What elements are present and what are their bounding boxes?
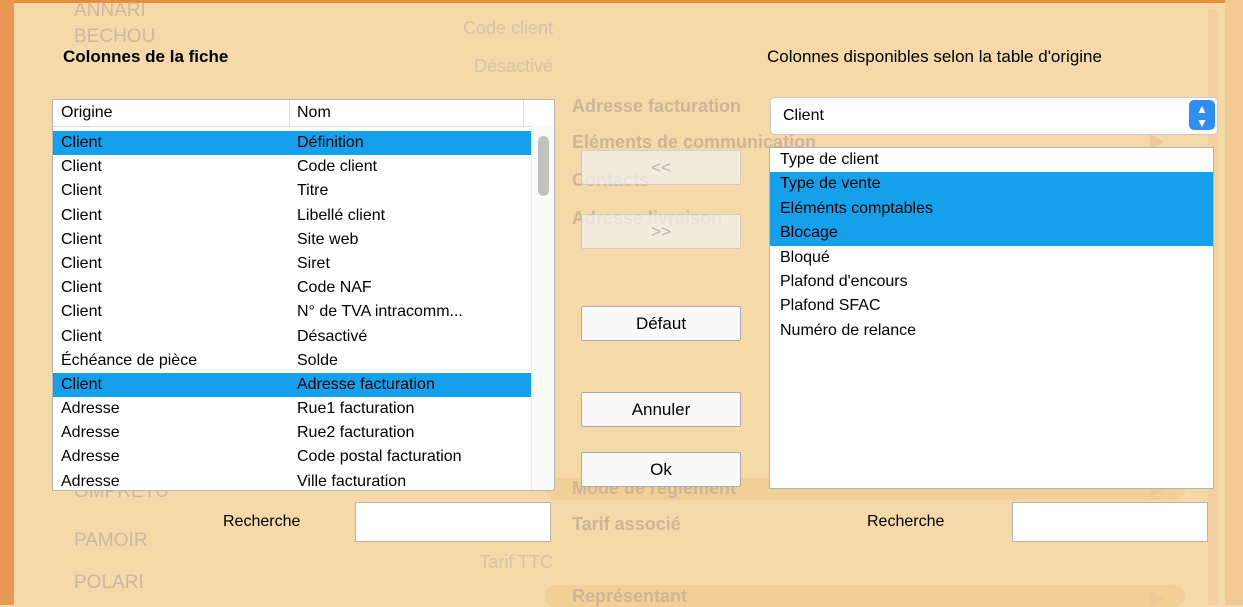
- select-arrows-icon[interactable]: ▲ ▼: [1189, 100, 1215, 130]
- cell-nom: Code client: [297, 158, 378, 176]
- cell-nom: Site web: [297, 230, 359, 248]
- cell-nom: Définition: [297, 134, 364, 151]
- available-column-item[interactable]: Type de client: [770, 148, 1213, 172]
- cell-origine: Échéance de pièce: [61, 351, 198, 369]
- cell-origine: Client: [61, 182, 102, 200]
- table-row[interactable]: Adresse Rue2 facturation: [53, 421, 533, 445]
- bg-list-item: PAMOIR: [74, 530, 148, 551]
- table-row[interactable]: Client Titre: [53, 179, 533, 203]
- cell-nom: Code NAF: [297, 279, 372, 297]
- table-row[interactable]: Adresse Ville facturation: [53, 470, 533, 490]
- bg-section-header: Tarif associé: [572, 514, 681, 534]
- cell-nom: Rue1 facturation: [297, 400, 415, 418]
- right-search-label: Recherche: [867, 513, 945, 530]
- cell-nom: Désactivé: [297, 327, 368, 345]
- left-search-label: Recherche: [223, 513, 301, 530]
- table-row[interactable]: Client Définition: [53, 131, 533, 156]
- table-row[interactable]: Client Site web: [53, 228, 533, 252]
- table-rows: Client Définition Client Code client Client T…: [53, 131, 533, 490]
- window-right-border: [1225, 0, 1243, 605]
- table-row[interactable]: Client Siret: [53, 252, 533, 276]
- cell-origine: Client: [61, 206, 102, 224]
- cell-origine: Client: [61, 279, 102, 297]
- cell-origine: Client: [61, 303, 102, 321]
- table-row[interactable]: Client N° de TVA intracomm...: [53, 300, 533, 324]
- left-search-input[interactable]: [355, 502, 551, 542]
- bg-expand-arrow-icon: [1150, 590, 1164, 606]
- bg-section-header: Représentant: [572, 586, 688, 606]
- table-row[interactable]: Client Code NAF: [53, 276, 533, 300]
- available-column-item[interactable]: Plafond SFAC: [770, 294, 1213, 318]
- cell-nom: Solde: [297, 351, 338, 369]
- column-header-origine[interactable]: Origine: [61, 104, 113, 122]
- available-column-item[interactable]: Eléménts comptables: [770, 196, 1213, 222]
- right-panel-title: Colonnes disponibles selon la table d'or…: [767, 47, 1102, 66]
- available-column-item[interactable]: Type de vente: [770, 172, 1213, 197]
- cell-origine: Client: [61, 134, 102, 151]
- column-header-nom[interactable]: Nom: [297, 104, 331, 122]
- cell-origine: Client: [61, 327, 102, 345]
- available-column-item[interactable]: Bloqué: [770, 246, 1213, 270]
- table-row[interactable]: Client Adresse facturation: [53, 372, 533, 398]
- table-row[interactable]: Client Code client: [53, 155, 533, 179]
- cell-origine: Adresse: [61, 424, 120, 442]
- table-row[interactable]: Adresse Code postal facturation: [53, 445, 533, 469]
- cell-origine: Client: [61, 254, 102, 272]
- column-divider: [523, 100, 524, 126]
- chevron-up-icon: ▲: [1196, 102, 1208, 116]
- left-panel-title: Colonnes de la fiche: [63, 47, 229, 66]
- chevron-down-icon: ▼: [1196, 116, 1208, 130]
- origin-select-value: Client: [783, 107, 824, 124]
- table-row[interactable]: Client Désactivé: [53, 325, 533, 349]
- table-scrollbar[interactable]: [531, 126, 554, 490]
- available-column-item[interactable]: Plafond d'encours: [770, 270, 1213, 294]
- available-column-item[interactable]: Blocage: [770, 221, 1213, 246]
- cell-nom: Adresse facturation: [297, 375, 435, 393]
- available-column-item[interactable]: Numéro de relance: [770, 319, 1213, 343]
- scrollbar-thumb[interactable]: [538, 136, 549, 196]
- columns-table[interactable]: Origine Nom Client Définition Client Code c…: [52, 99, 555, 491]
- cell-nom: Ville facturation: [297, 472, 407, 490]
- bg-list-item: BECHOU: [74, 26, 156, 47]
- cell-origine: Client: [61, 375, 102, 393]
- bg-field-label: Code client: [462, 18, 553, 38]
- table-row[interactable]: Client Libellé client: [53, 204, 533, 228]
- bg-list-item: ANNARI: [74, 0, 146, 21]
- cell-nom: Rue2 facturation: [297, 424, 415, 442]
- bg-field-label: Désactivé: [473, 56, 553, 76]
- cell-origine: Client: [61, 230, 102, 248]
- cell-origine: Adresse: [61, 400, 120, 418]
- bg-list-item: POLARI: [74, 572, 144, 593]
- cell-origine: Adresse: [61, 472, 120, 490]
- column-divider: [289, 100, 290, 126]
- cell-nom: Siret: [297, 254, 330, 272]
- table-header: Origine Nom: [53, 100, 554, 127]
- add-column-button[interactable]: >>: [581, 214, 741, 249]
- cell-nom: N° de TVA intracomm...: [297, 303, 463, 321]
- table-row[interactable]: Échéance de pièce Solde: [53, 349, 533, 373]
- bg-section-header: Adresse facturation: [572, 96, 742, 116]
- origin-table-select[interactable]: Client ▲ ▼: [770, 97, 1218, 135]
- cell-origine: Client: [61, 158, 102, 176]
- cell-nom: Libellé client: [297, 206, 386, 224]
- cell-nom: Titre: [297, 182, 329, 200]
- ok-button[interactable]: Ok: [581, 452, 741, 487]
- available-columns-list[interactable]: Type de client Type de vente Eléménts comp…: [769, 147, 1214, 489]
- table-row[interactable]: Adresse Rue1 facturation: [53, 397, 533, 421]
- right-search-input[interactable]: [1012, 502, 1208, 542]
- default-button[interactable]: Défaut: [581, 306, 741, 341]
- cell-nom: Code postal facturation: [297, 448, 462, 466]
- bg-field-label: Tarif TTC: [479, 552, 553, 572]
- remove-column-button[interactable]: <<: [581, 150, 741, 185]
- cell-origine: Adresse: [61, 448, 120, 466]
- window-left-border: [0, 0, 14, 605]
- cancel-button[interactable]: Annuler: [581, 392, 741, 427]
